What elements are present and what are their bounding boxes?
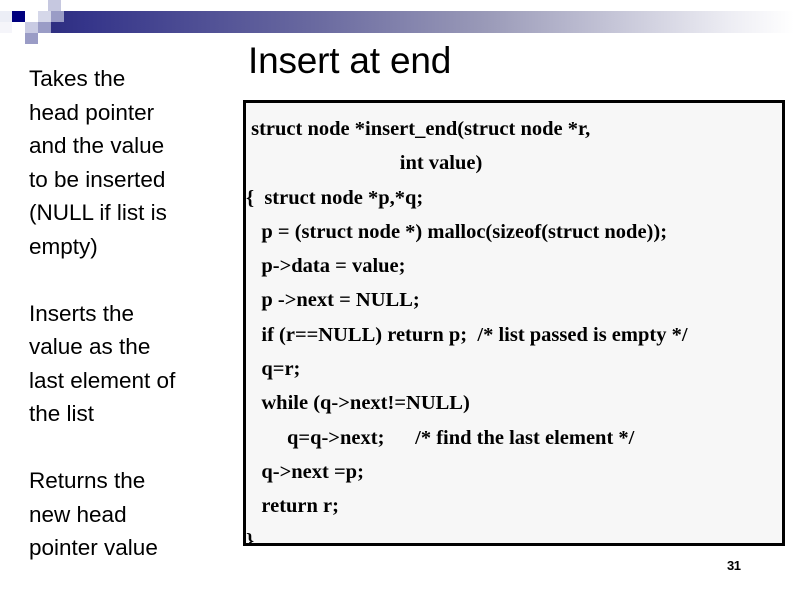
code-lines: struct node *insert_end(struct node *r, … [246,103,782,546]
description-paragraph-1: Takes the head pointer and the value to … [29,62,237,264]
page-title: Insert at end [248,40,452,81]
banner-square [38,11,51,22]
code-block: struct node *insert_end(struct node *r, … [243,100,785,546]
banner-square [25,33,38,44]
page-number: 31 [727,558,741,573]
banner-square [25,22,38,33]
banner-square [25,11,38,22]
code-line: p = (struct node *) malloc(sizeof(struct… [246,220,668,243]
description-paragraph-2: Inserts the value as the last element of… [29,297,237,431]
code-line: struct node *insert_end(struct node *r, [246,118,591,140]
code-line: p ->next = NULL; [246,289,420,312]
banner-square [22,0,35,11]
banner-square [0,22,12,33]
banner-square [12,33,25,44]
banner-square [12,22,25,33]
banner-square [10,0,22,11]
description-line: head pointer [29,99,155,125]
code-line: q->next =p; [246,460,364,483]
banner-square [0,11,12,22]
code-line: while (q->next!=NULL) [246,392,470,415]
code-line: q=r; [246,358,301,381]
banner-gradient-bar [25,11,794,33]
description-line: empty) [29,233,98,259]
description-line: and the value [29,133,165,159]
code-line: return r; [246,495,339,518]
banner-square [51,11,64,22]
description-line: (NULL if list is [29,200,167,226]
description-line: to be inserted [29,166,166,192]
banner-square [61,0,74,11]
description-line: last element of [29,367,176,393]
description-line: new head [29,501,127,527]
code-line: int value) [246,152,483,175]
banner-square [35,0,48,11]
code-line: { struct node *p,*q; [246,186,424,209]
description-paragraph-3: Returns the new head pointer value [29,464,237,565]
slide-banner [0,0,794,44]
code-line: q=q->next; /* find the last element */ [246,426,635,449]
description-line: pointer value [29,535,158,561]
code-line: } [246,529,255,546]
banner-square [48,0,61,11]
banner-square [38,33,51,44]
code-line: p->data = value; [246,255,406,278]
description-line: Takes the [29,66,126,91]
description-line: the list [29,401,95,427]
description-line: Inserts the [29,300,135,326]
description-line: Returns the [29,467,146,493]
description-line: value as the [29,334,151,360]
banner-square [12,11,25,22]
banner-square [38,22,51,33]
code-line: if (r==NULL) return p; /* list passed is… [246,323,688,346]
description-column: Takes the head pointer and the value to … [29,62,237,565]
